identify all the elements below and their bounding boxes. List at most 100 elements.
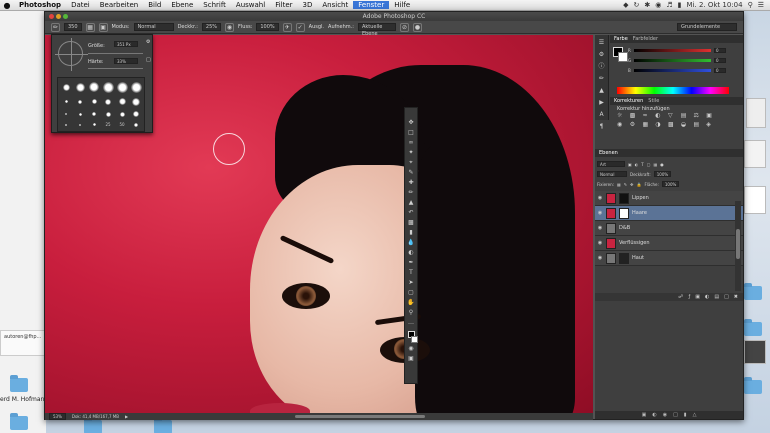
exposure-icon[interactable]: ◐ — [655, 112, 666, 119]
eye-icon[interactable]: ◉ — [597, 210, 603, 216]
brush-tip[interactable] — [60, 110, 72, 119]
desktop-thumbnail[interactable] — [746, 98, 766, 128]
layer-filter-select[interactable]: Art — [597, 161, 625, 167]
menu-bearbeiten[interactable]: Bearbeiten — [95, 1, 143, 9]
link-layers-icon[interactable]: ☍ — [678, 294, 683, 300]
dock-icon[interactable]: ▣ — [642, 412, 647, 418]
screen-mode-icon[interactable]: ▣ — [406, 354, 416, 363]
opacity-field[interactable]: 100% — [653, 171, 672, 177]
dock-icon[interactable]: ◉ — [663, 412, 667, 418]
text-panel-icon[interactable]: A — [597, 110, 607, 119]
brush-size-preset[interactable]: 350 — [64, 23, 82, 31]
dropbox-icon[interactable]: ◆ — [623, 1, 628, 9]
clone-panel-icon[interactable]: ▲ — [597, 86, 607, 95]
blur-tool-icon[interactable]: 💧 — [406, 238, 416, 247]
brush-tip[interactable]: 25 — [102, 121, 114, 129]
brush-tip[interactable] — [116, 80, 128, 94]
info-panel-icon[interactable]: ⓘ — [597, 62, 607, 71]
brush-tip[interactable] — [88, 96, 100, 107]
tab-korrekturen[interactable]: Korrekturen — [614, 98, 643, 104]
folder-icon[interactable] — [154, 417, 172, 433]
type-tool-icon[interactable]: T — [406, 268, 416, 277]
zoom-field[interactable]: 53% — [49, 413, 66, 420]
folder-icon[interactable] — [84, 417, 102, 433]
layer-row[interactable]: ◉ Haare — [595, 206, 743, 221]
actions-panel-icon[interactable]: ▶ — [597, 98, 607, 107]
brush-tip[interactable] — [74, 110, 86, 119]
brightness-icon[interactable]: ☼ — [617, 112, 628, 119]
menu-ebene[interactable]: Ebene — [166, 1, 198, 9]
brush-tip[interactable] — [116, 96, 128, 107]
brush-tip[interactable] — [130, 110, 142, 119]
clock[interactable]: Mi. 2. Okt 10:04 — [687, 1, 743, 9]
paragraph-panel-icon[interactable]: ¶ — [597, 122, 607, 131]
brush-tip[interactable] — [74, 121, 86, 129]
quick-select-tool-icon[interactable]: ✦ — [406, 148, 416, 157]
minimize-icon[interactable] — [56, 14, 61, 19]
dodge-tool-icon[interactable]: ◐ — [406, 248, 416, 257]
value-b[interactable]: 0 — [714, 68, 726, 73]
stamp-tool-icon[interactable]: ▲ — [406, 198, 416, 207]
layer-row[interactable]: ◉ D&B — [595, 221, 743, 236]
folder-icon[interactable] — [744, 283, 762, 300]
menu-ansicht[interactable]: Ansicht — [317, 1, 353, 9]
brush-tip[interactable] — [102, 96, 114, 107]
menu-auswahl[interactable]: Auswahl — [231, 1, 270, 9]
filter-pixel-icon[interactable]: ▣ — [628, 162, 632, 167]
apple-menu-icon[interactable]: ● — [0, 1, 14, 10]
ausgl-checkbox[interactable]: ✓ — [295, 22, 305, 32]
layers-scrollbar[interactable] — [735, 201, 741, 291]
folder-icon[interactable] — [744, 377, 762, 394]
lock-move-icon[interactable]: ✥ — [630, 182, 633, 187]
slider-g[interactable] — [634, 59, 711, 62]
balance-icon[interactable]: ⚖ — [694, 112, 705, 119]
desktop-file[interactable]: autoren@fhp... — [0, 330, 46, 356]
zoom-tool-icon[interactable]: ⚲ — [406, 308, 416, 317]
bluetooth-icon[interactable]: ✱ — [644, 1, 650, 9]
healing-tool-icon[interactable]: ✚ — [406, 178, 416, 187]
brush-tip[interactable] — [74, 96, 86, 107]
dock-icon[interactable]: △ — [693, 412, 697, 418]
groesse-slider[interactable] — [88, 53, 143, 54]
lasso-tool-icon[interactable]: ∞ — [406, 138, 416, 147]
curves-icon[interactable]: ≈ — [643, 112, 654, 119]
menu-filter[interactable]: Filter — [270, 1, 297, 9]
gradient-tool-icon[interactable]: ▮ — [406, 228, 416, 237]
groesse-field[interactable]: 351 Px — [114, 41, 138, 47]
notification-icon[interactable]: ☰ — [758, 1, 764, 9]
aufnehmen-select[interactable]: Aktuelle Ebene — [357, 23, 396, 37]
crop-tool-icon[interactable]: ⌖ — [406, 158, 416, 167]
desktop-thumbnail[interactable] — [744, 340, 766, 364]
brush-tip[interactable] — [130, 80, 142, 94]
deckkraft-field[interactable]: 25% — [201, 23, 222, 31]
value-g[interactable]: 0 — [714, 58, 726, 63]
vibrance-icon[interactable]: ▽ — [668, 112, 679, 119]
status-arrow-icon[interactable]: ▶ — [125, 414, 128, 419]
brush-tip[interactable] — [88, 80, 100, 94]
brush-tool-icon[interactable]: ✏ — [406, 188, 416, 197]
new-adjustment-icon[interactable]: ◐ — [705, 294, 709, 300]
path-select-tool-icon[interactable]: ➤ — [406, 278, 416, 287]
eye-icon[interactable]: ◉ — [597, 195, 603, 201]
lock-all-icon[interactable]: 🔒 — [636, 182, 641, 187]
blend-mode-select[interactable]: Normal — [597, 171, 627, 177]
sync-icon[interactable]: ↻ — [634, 1, 640, 9]
tab-farbfelder[interactable]: Farbfelder — [633, 36, 658, 42]
filter-shape-icon[interactable]: ▢ — [647, 162, 651, 167]
brush-tip[interactable] — [60, 96, 72, 107]
history-panel-icon[interactable]: ☰ — [597, 38, 607, 47]
fx-icon[interactable]: ƒ — [688, 294, 690, 300]
bw-icon[interactable]: ▣ — [706, 112, 717, 119]
brush-tip[interactable] — [60, 80, 72, 94]
slider-b[interactable] — [633, 69, 711, 72]
eye-icon[interactable]: ◉ — [597, 225, 603, 231]
gradient-map-icon[interactable]: ▤ — [694, 121, 705, 128]
threshold-icon[interactable]: ◒ — [681, 121, 692, 128]
brush-tip[interactable] — [130, 121, 142, 129]
volume-icon[interactable]: ♬ — [666, 1, 672, 9]
close-icon[interactable] — [49, 14, 54, 19]
brush-tip[interactable] — [88, 110, 100, 119]
brush-panel-icon[interactable]: ✏ — [597, 74, 607, 83]
modus-select[interactable]: Normal — [133, 23, 174, 31]
brush-tip[interactable]: 50 — [116, 121, 128, 129]
